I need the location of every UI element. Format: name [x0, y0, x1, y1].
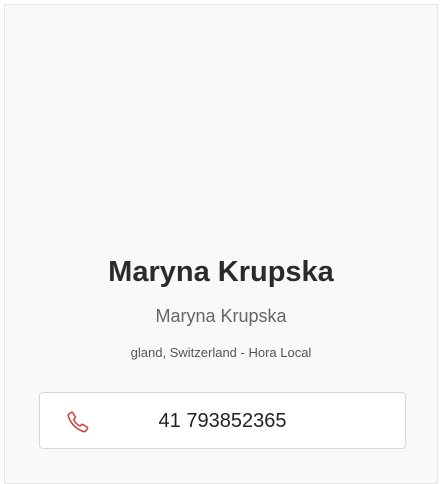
profile-card: Maryna Krupska Maryna Krupska gland, Swi… [4, 4, 438, 484]
profile-location: gland, Switzerland - Hora Local [130, 345, 312, 360]
phone-button[interactable]: 41 793852365 [39, 392, 406, 449]
profile-name: Maryna Krupska [108, 256, 334, 288]
phone-number: 41 793852365 [158, 410, 287, 432]
profile-subtitle: Maryna Krupska [155, 306, 287, 326]
